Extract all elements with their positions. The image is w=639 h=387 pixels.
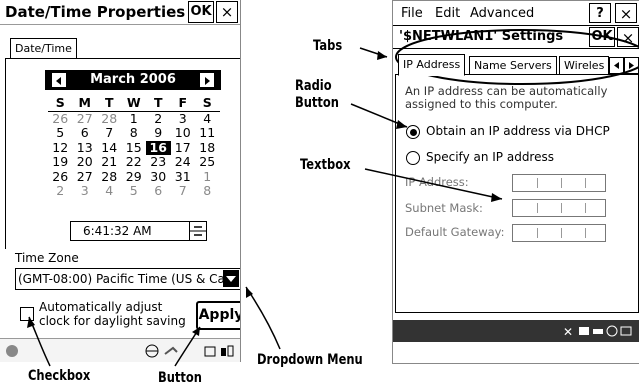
callout-dropdown: Dropdown Menu: [257, 352, 363, 368]
callout-radio: Radio: [295, 78, 332, 94]
tab-ip-address[interactable]: IP Address: [398, 54, 466, 76]
dropdown-pointer: [245, 286, 281, 350]
callout-radio-button: Button: [295, 95, 339, 111]
callout-tabs: Tabs: [313, 38, 343, 54]
callout-lines: [27, 29, 639, 367]
callout-checkbox: Checkbox: [28, 368, 91, 384]
callout-button: Button: [158, 370, 202, 386]
textbox-pointer: [364, 168, 503, 200]
callout-textbox: Textbox: [300, 157, 351, 173]
